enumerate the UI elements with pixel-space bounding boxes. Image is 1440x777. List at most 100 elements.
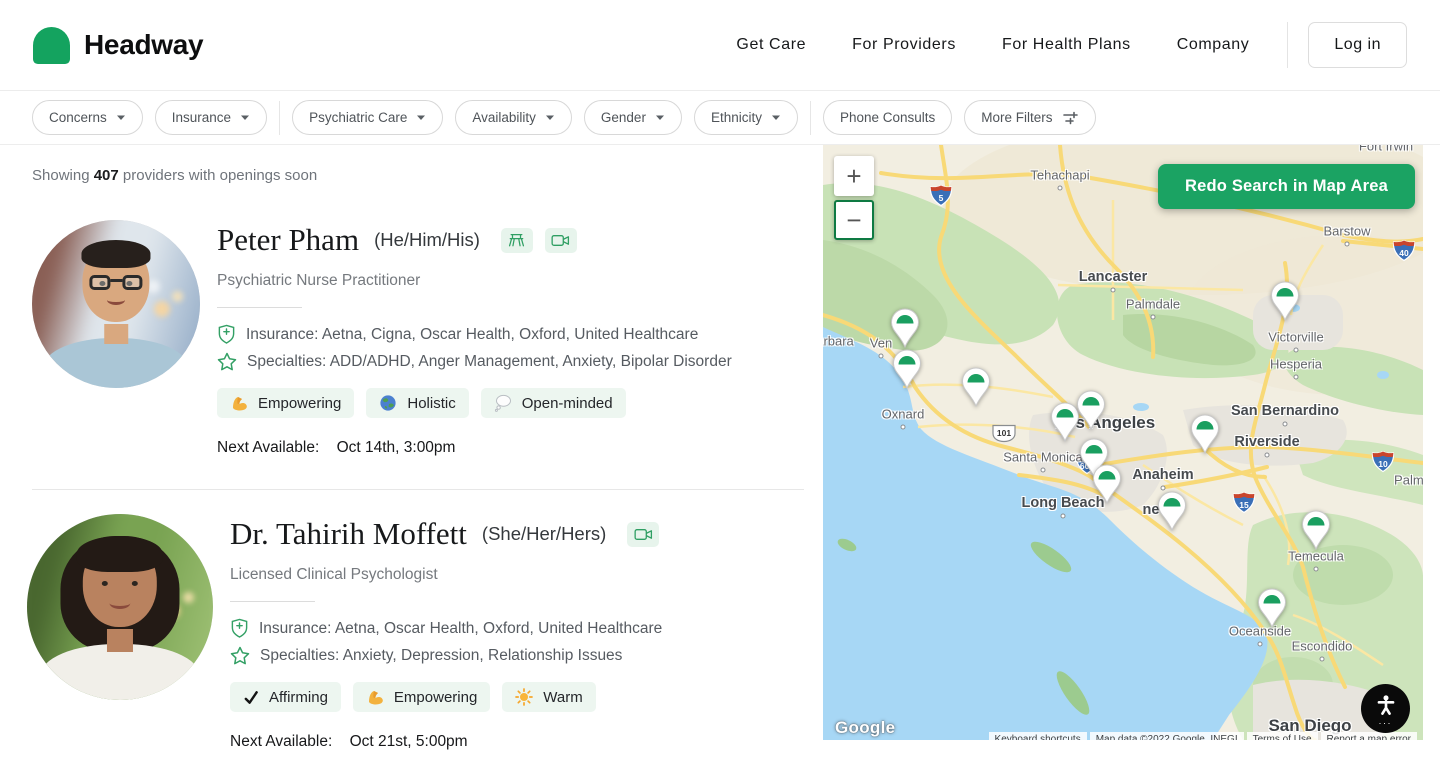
- caret-down-icon: [545, 115, 555, 121]
- filter-gender[interactable]: Gender: [584, 100, 682, 135]
- provider-card[interactable]: Peter Pham (He/Him/His) Psychiatric Nurs…: [32, 220, 804, 457]
- accessibility-button[interactable]: ...: [1361, 684, 1410, 733]
- map-provider-pin-9[interactable]: [1270, 281, 1300, 321]
- filter-insurance[interactable]: Insurance: [155, 100, 267, 135]
- top-header: Headway Get Care For Providers For Health …: [0, 0, 1440, 91]
- next-available-label: Next Available:: [217, 439, 319, 456]
- check-mark-icon: [243, 690, 259, 705]
- map-label-fort-irwin: Fort Irwin: [1359, 145, 1413, 154]
- map-panel[interactable]: 5401016051015 Fort IrwinTehachapiBarstow…: [823, 145, 1423, 740]
- insurance-label: Insurance:: [259, 620, 331, 637]
- nav-link-for-health-plans[interactable]: For Health Plans: [1002, 36, 1131, 54]
- filter-ethnicity[interactable]: Ethnicity: [694, 100, 798, 135]
- filter-label: Phone Consults: [840, 110, 935, 125]
- filter-label: Psychiatric Care: [309, 110, 407, 125]
- nav-link-company[interactable]: Company: [1177, 36, 1250, 54]
- filter-concerns[interactable]: Concerns: [32, 100, 143, 135]
- map-provider-pin-7[interactable]: [1092, 464, 1122, 504]
- specialties-list: Anxiety, Depression, Relationship Issues: [343, 647, 623, 664]
- login-button[interactable]: Log in: [1308, 22, 1407, 68]
- map-label-palmdale: Palmdale: [1126, 297, 1180, 312]
- map-provider-pin-12[interactable]: [1257, 588, 1287, 628]
- map-provider-pin-8[interactable]: [1190, 414, 1220, 454]
- map-provider-pin-11[interactable]: [1301, 510, 1331, 550]
- filter-label: Insurance: [172, 110, 231, 125]
- map-label-lancaster: Lancaster: [1079, 269, 1148, 285]
- map-label-barstow: Barstow: [1324, 224, 1371, 239]
- map-provider-pin-3[interactable]: [961, 367, 991, 407]
- map-city-dot: [1314, 567, 1319, 572]
- map-attribution-map-data-2022-google-inegi[interactable]: Map data ©2022 Google, INEGI: [1090, 732, 1244, 740]
- filter-availability[interactable]: Availability: [455, 100, 572, 135]
- redo-search-button[interactable]: Redo Search in Map Area: [1158, 164, 1415, 209]
- provider-photo[interactable]: [27, 514, 213, 700]
- svg-text:40: 40: [1399, 248, 1409, 258]
- trait-label: Open-minded: [522, 395, 613, 412]
- map-city-dot: [879, 354, 884, 359]
- map-provider-pin-5[interactable]: [1076, 390, 1106, 430]
- provider-name[interactable]: Dr. Tahirih Moffett: [230, 516, 467, 552]
- trait-badge-holistic: Holistic: [366, 388, 468, 418]
- map-attribution-keyboard-shortcuts[interactable]: Keyboard shortcuts: [989, 732, 1087, 740]
- map-provider-pin-1[interactable]: [890, 308, 920, 348]
- svg-text:15: 15: [1239, 500, 1249, 510]
- map-label-tehachapi: Tehachapi: [1030, 168, 1089, 183]
- google-logo[interactable]: Google: [835, 718, 895, 738]
- main-nav: Get Care For Providers For Health Plans Com…: [736, 36, 1249, 54]
- svg-text:101: 101: [997, 428, 1011, 438]
- map-zoom-out-button[interactable]: −: [834, 200, 874, 240]
- caret-down-icon: [416, 115, 426, 121]
- filter-label: Ethnicity: [711, 110, 762, 125]
- video-camera-badge[interactable]: [627, 522, 659, 547]
- provider-name[interactable]: Peter Pham: [217, 222, 359, 258]
- avatar-face: [83, 542, 157, 628]
- interstate-shield-40: 40: [1392, 240, 1416, 267]
- avatar-neck: [104, 324, 128, 344]
- map-attribution-report-a-map-error[interactable]: Report a map error: [1321, 732, 1417, 740]
- shield-plus-icon: [230, 618, 249, 639]
- video-camera-badge[interactable]: [545, 228, 577, 253]
- filter-psychiatric-care[interactable]: Psychiatric Care: [292, 100, 443, 135]
- map-attribution-terms-of-use[interactable]: Terms of Use: [1247, 732, 1318, 740]
- avatar-shirt: [40, 644, 200, 700]
- filter-phone-consults[interactable]: Phone Consults: [823, 100, 952, 135]
- provider-results: Showing 407 providers with openings soon…: [32, 145, 804, 751]
- map-zoom-in-button[interactable]: +: [834, 156, 874, 196]
- insurance-list: Aetna, Cigna, Oscar Health, Oxford, Unit…: [322, 326, 699, 343]
- next-available-label: Next Available:: [230, 733, 332, 750]
- provider-pronouns: (He/Him/His): [374, 229, 480, 251]
- map-city-dot: [1161, 486, 1166, 491]
- chair-badge[interactable]: [501, 228, 533, 253]
- filter-label: More Filters: [981, 110, 1052, 125]
- map-city-dot: [1345, 242, 1350, 247]
- muscle-icon: [230, 394, 248, 412]
- trait-label: Empowering: [394, 689, 477, 706]
- filter-more-filters[interactable]: More Filters: [964, 100, 1095, 135]
- results-summary: Showing 407 providers with openings soon: [32, 167, 804, 184]
- interstate-shield-15: 15: [1232, 492, 1256, 519]
- muscle-icon: [366, 688, 384, 706]
- map-label-san-bernardino: San Bernardino: [1231, 403, 1339, 419]
- map-attribution[interactable]: Keyboard shortcutsMap data ©2022 Google,…: [989, 732, 1417, 740]
- headway-logo[interactable]: Headway: [33, 27, 203, 64]
- caret-down-icon: [116, 115, 126, 121]
- map-label-ven: Ven: [870, 336, 892, 351]
- map-provider-pin-10[interactable]: [1157, 491, 1187, 531]
- avatar-shirt: [44, 338, 188, 388]
- map-label-riverside: Riverside: [1234, 434, 1299, 450]
- thought-balloon-icon: [494, 394, 512, 412]
- map-label-oxnard: Oxnard: [882, 407, 925, 422]
- provider-pronouns: (She/Her/Hers): [482, 523, 606, 545]
- route-shield-101: 101: [991, 424, 1017, 449]
- next-available-row: Next Available: Oct 21st, 5:00pm: [230, 733, 662, 751]
- svg-text:5: 5: [939, 193, 944, 203]
- provider-card[interactable]: Dr. Tahirih Moffett (She/Her/Hers) Licen…: [32, 514, 804, 751]
- map-label-temecula: Temecula: [1288, 549, 1344, 564]
- map-label-palm-s: Palm S: [1394, 473, 1423, 488]
- map-provider-pin-2[interactable]: [892, 349, 922, 389]
- provider-photo[interactable]: [32, 220, 200, 388]
- caret-down-icon: [240, 115, 250, 121]
- filter-label: Concerns: [49, 110, 107, 125]
- nav-link-get-care[interactable]: Get Care: [736, 36, 806, 54]
- nav-link-for-providers[interactable]: For Providers: [852, 36, 956, 54]
